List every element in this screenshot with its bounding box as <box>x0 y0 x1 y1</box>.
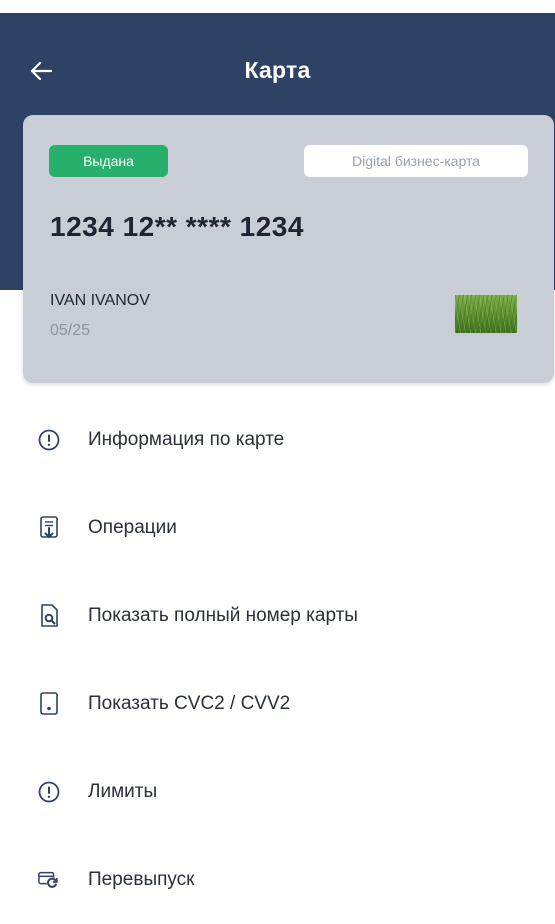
page-title: Карта <box>244 57 311 83</box>
menu-item-operations[interactable]: Операции <box>0 484 555 572</box>
menu-item-label: Показать CVC2 / CVV2 <box>88 693 291 714</box>
menu-item-label: Перевыпуск <box>88 869 195 890</box>
card-expiry: 05/25 <box>50 322 91 339</box>
status-badge: Выдана <box>49 145 168 177</box>
menu-item-label: Операции <box>88 517 177 538</box>
card-design-thumbnail <box>455 295 517 333</box>
menu-item-label: Показать полный номер карты <box>88 605 358 626</box>
card-type-badge: Digital бизнес-карта <box>304 145 528 177</box>
status-bar-area <box>0 0 555 13</box>
card-reissue-icon <box>38 868 60 892</box>
menu-item-label: Информация по карте <box>88 429 285 450</box>
card-holder-name: IVAN IVANOV <box>50 292 150 309</box>
document-search-icon <box>38 604 60 628</box>
menu-item-show-full-number[interactable]: Показать полный номер карты <box>0 572 555 660</box>
info-circle-icon <box>38 428 60 452</box>
card-panel: Выдана Digital бизнес-карта 1234 12** **… <box>23 115 554 383</box>
menu-item-show-cvc[interactable]: Показать CVC2 / CVV2 <box>0 660 555 748</box>
card-number: 1234 12** **** 1234 <box>50 211 304 242</box>
info-circle-icon <box>38 780 60 804</box>
menu-item-limits[interactable]: Лимиты <box>0 748 555 836</box>
menu-item-reissue[interactable]: Перевыпуск <box>0 836 555 924</box>
document-download-icon <box>38 516 60 540</box>
menu-item-card-info[interactable]: Информация по карте <box>0 396 555 484</box>
card-device-icon <box>38 692 60 716</box>
menu-item-label: Лимиты <box>88 781 158 802</box>
